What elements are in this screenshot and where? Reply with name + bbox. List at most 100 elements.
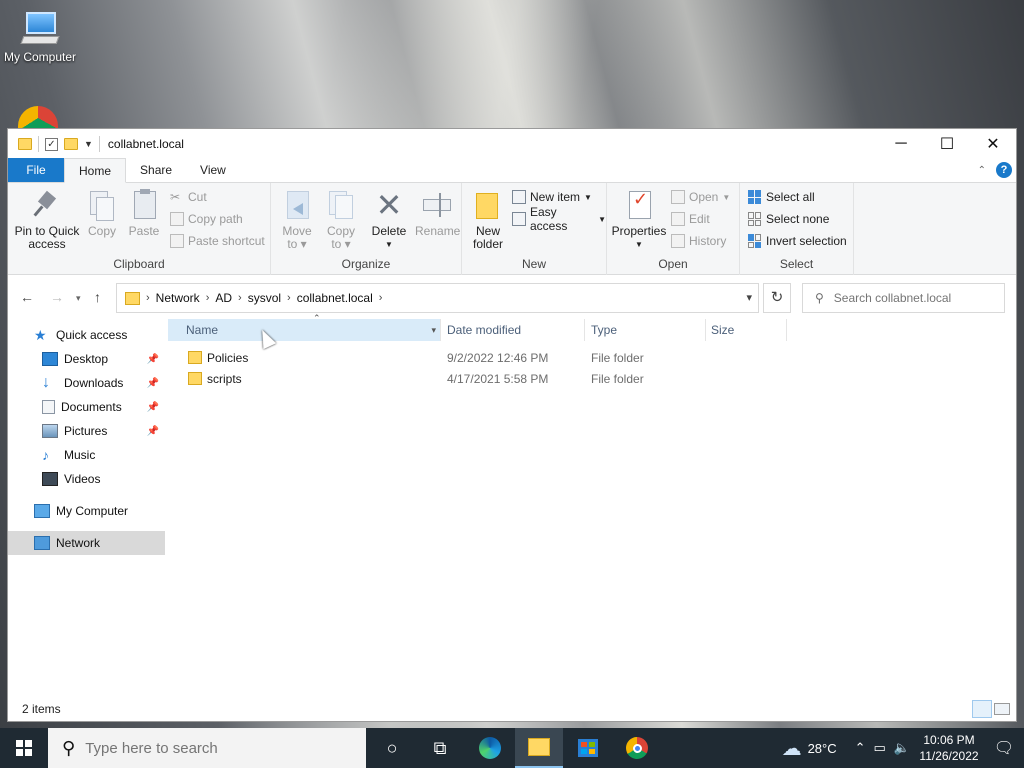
volume-icon[interactable]: 🔈 bbox=[894, 740, 910, 756]
paste-shortcut-button[interactable]: Paste shortcut bbox=[170, 231, 265, 251]
forward-arrow-icon[interactable]: → bbox=[50, 289, 64, 305]
store-icon[interactable] bbox=[564, 728, 612, 768]
pin-to-quick-access-button[interactable]: Pin to Quick access bbox=[12, 189, 82, 251]
column-filter-chevron-icon[interactable]: ▾ bbox=[431, 325, 436, 336]
up-arrow-icon[interactable]: ↑ bbox=[94, 289, 101, 305]
new-item-button[interactable]: New item ▼ bbox=[512, 187, 592, 207]
taskbar-search-input[interactable] bbox=[85, 739, 346, 757]
status-bar: 2 items bbox=[8, 697, 1016, 721]
tab-home[interactable]: Home bbox=[64, 158, 127, 183]
large-icons-view-icon[interactable] bbox=[994, 703, 1010, 715]
back-arrow-icon[interactable]: ← bbox=[20, 289, 34, 305]
tab-view[interactable]: View bbox=[186, 158, 240, 182]
maximize-button[interactable]: ☐ bbox=[924, 129, 970, 159]
clock[interactable]: 10:06 PM 11/26/2022 bbox=[914, 732, 984, 764]
new-folder-button[interactable]: New folder bbox=[466, 189, 510, 251]
file-row[interactable]: scripts 4/17/2021 5:58 PM File folder bbox=[168, 369, 788, 390]
nav-quick-access[interactable]: ★ Quick access bbox=[8, 323, 165, 347]
pin-icon[interactable]: 📌 bbox=[147, 354, 159, 365]
refresh-button[interactable]: ↻ bbox=[763, 283, 791, 313]
collapse-ribbon-icon[interactable]: ⌃ bbox=[978, 165, 986, 176]
column-header-name[interactable]: ⌃ Name ▾ bbox=[168, 313, 441, 341]
nav-network[interactable]: Network bbox=[8, 531, 165, 555]
notification-center-icon[interactable]: 🗨 bbox=[984, 738, 1024, 758]
copy-button[interactable]: Copy bbox=[84, 189, 120, 238]
start-button[interactable] bbox=[0, 728, 48, 768]
show-hidden-icons-chevron-icon[interactable]: ⌃ bbox=[855, 740, 866, 756]
properties-checkbox-icon[interactable]: ✓ bbox=[45, 137, 58, 151]
invert-selection-label: Invert selection bbox=[766, 234, 847, 248]
tab-file[interactable]: File bbox=[8, 158, 64, 182]
breadcrumb-collabnet-local[interactable]: collabnet.local bbox=[297, 291, 373, 305]
breadcrumb-ad[interactable]: AD bbox=[215, 291, 232, 305]
taskbar-search-box[interactable]: ⚲ bbox=[48, 728, 366, 768]
file-row[interactable]: Policies 9/2/2022 12:46 PM File folder bbox=[168, 348, 788, 369]
weather-temperature[interactable]: 28°C bbox=[808, 741, 837, 756]
invert-selection-button[interactable]: Invert selection bbox=[748, 231, 847, 251]
breadcrumb-network[interactable]: Network bbox=[156, 291, 200, 305]
desktop-icon-label: My Computer bbox=[3, 50, 77, 64]
pin-label-line2: access bbox=[28, 237, 66, 251]
chevron-right-icon[interactable]: › bbox=[287, 292, 291, 304]
chevron-right-icon[interactable]: › bbox=[379, 292, 383, 304]
navigation-bar: ← → ▾ ↑ › Network › AD › sysvol › collab… bbox=[8, 275, 1016, 321]
rename-button[interactable]: Rename bbox=[415, 189, 460, 238]
folder-icon bbox=[18, 138, 32, 150]
column-header-type[interactable]: Type bbox=[586, 319, 706, 341]
select-none-button[interactable]: Select none bbox=[748, 209, 829, 229]
nav-item-downloads[interactable]: ↓ Downloads 📌 bbox=[8, 371, 165, 395]
nav-item-pictures[interactable]: Pictures 📌 bbox=[8, 419, 165, 443]
details-view-icon[interactable] bbox=[972, 700, 992, 718]
search-input[interactable] bbox=[833, 291, 994, 305]
address-bar[interactable]: › Network › AD › sysvol › collabnet.loca… bbox=[116, 283, 759, 313]
navigation-pane: ★ Quick access Desktop 📌 ↓ Downloads 📌 D… bbox=[8, 319, 165, 699]
column-header-date-modified[interactable]: Date modified bbox=[442, 319, 585, 341]
desktop-icon-my-computer[interactable]: My Computer bbox=[2, 10, 78, 64]
rename-icon bbox=[421, 189, 453, 221]
easy-access-button[interactable]: Easy access ▼ bbox=[512, 205, 606, 233]
history-button[interactable]: History bbox=[671, 231, 726, 251]
edit-button[interactable]: Edit bbox=[671, 209, 710, 229]
help-icon[interactable]: ? bbox=[996, 162, 1012, 178]
nav-item-desktop[interactable]: Desktop 📌 bbox=[8, 347, 165, 371]
close-button[interactable]: ✕ bbox=[970, 129, 1016, 159]
open-button[interactable]: Open ▼ bbox=[671, 187, 730, 207]
edge-icon[interactable] bbox=[466, 728, 514, 768]
copy-path-button[interactable]: Copy path bbox=[170, 209, 243, 229]
delete-button[interactable]: ✕ Delete ▼ bbox=[367, 189, 411, 251]
chevron-right-icon[interactable]: › bbox=[206, 292, 210, 304]
chrome-desktop-icon[interactable] bbox=[18, 106, 58, 130]
recent-locations-chevron-icon[interactable]: ▾ bbox=[76, 293, 81, 304]
weather-cloud-icon[interactable]: ☁ bbox=[782, 736, 802, 761]
cut-button[interactable]: ✂ Cut bbox=[170, 187, 207, 207]
nav-item-music[interactable]: ♪ Music bbox=[8, 443, 165, 467]
nav-item-videos[interactable]: Videos bbox=[8, 467, 165, 491]
column-header-size[interactable]: Size bbox=[707, 319, 787, 341]
properties-button[interactable]: ✓ Properties ▼ bbox=[611, 189, 667, 251]
copy-to-button[interactable]: Copy to ▾ bbox=[321, 189, 361, 251]
tab-share[interactable]: Share bbox=[126, 158, 186, 182]
breadcrumb-sysvol[interactable]: sysvol bbox=[248, 291, 281, 305]
network-tray-icon[interactable]: ▭ bbox=[874, 740, 886, 756]
nav-item-documents[interactable]: Documents 📌 bbox=[8, 395, 165, 419]
chrome-icon[interactable] bbox=[613, 728, 661, 768]
address-dropdown-icon[interactable]: ▾ bbox=[746, 291, 752, 304]
cortana-icon[interactable]: ○ bbox=[368, 728, 416, 768]
task-view-icon[interactable]: ⧉ bbox=[416, 728, 464, 768]
pin-icon[interactable]: 📌 bbox=[147, 378, 159, 389]
chevron-right-icon[interactable]: › bbox=[146, 292, 150, 304]
desktop-icon bbox=[42, 352, 58, 366]
new-folder-qat-icon[interactable] bbox=[64, 138, 78, 150]
file-explorer-taskbar-icon[interactable] bbox=[515, 728, 563, 768]
chevron-right-icon[interactable]: › bbox=[238, 292, 242, 304]
minimize-button[interactable]: ─ bbox=[878, 129, 924, 159]
search-box[interactable]: ⚲ bbox=[802, 283, 1005, 313]
paste-button[interactable]: Paste bbox=[124, 189, 164, 238]
move-to-button[interactable]: Move to ▾ bbox=[277, 189, 317, 251]
pin-icon[interactable]: 📌 bbox=[147, 402, 159, 413]
customize-qat-dropdown-icon[interactable]: ▼ bbox=[84, 139, 93, 149]
pin-icon[interactable]: 📌 bbox=[147, 426, 159, 437]
select-all-button[interactable]: Select all bbox=[748, 187, 815, 207]
nav-my-computer[interactable]: My Computer bbox=[8, 499, 165, 523]
new-item-icon bbox=[512, 190, 526, 204]
